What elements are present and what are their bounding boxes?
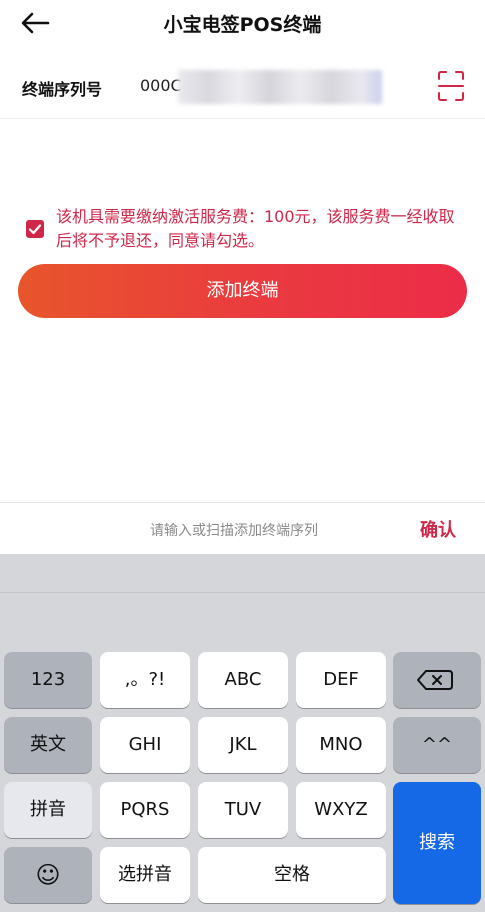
- emoji-key[interactable]: ☺: [4, 847, 92, 903]
- keyboard-divider: [0, 592, 485, 593]
- key-label: DEF: [323, 669, 359, 690]
- key-abc[interactable]: ABC: [198, 652, 288, 708]
- key-pinyin[interactable]: 拼音: [4, 782, 92, 838]
- agreement-row: 该机具需要缴纳激活服务费：100元，该服务费一经收取后将不予退还，同意请勾选。: [22, 205, 467, 255]
- key-ghi[interactable]: GHI: [100, 717, 190, 773]
- serial-number-row: 终端序列号 000C: [0, 60, 485, 119]
- input-bar: 请输入或扫描添加终端序列 确认: [0, 502, 485, 555]
- keyboard: 123 ,。?! ABC DEF 英文 GHI JKL MNO ^^ 拼音 PQ…: [0, 554, 485, 912]
- redacted-serial-mask: [178, 70, 382, 104]
- backspace-icon: [417, 670, 453, 690]
- smiley-icon: ☺: [35, 861, 61, 889]
- key-label: PQRS: [120, 799, 170, 820]
- key-label: 123: [30, 669, 66, 690]
- key-label: MNO: [319, 734, 363, 755]
- key-def[interactable]: DEF: [296, 652, 386, 708]
- agreement-checkbox[interactable]: [26, 220, 44, 238]
- key-label: 搜索: [419, 832, 455, 853]
- key-label: 空格: [274, 864, 310, 885]
- key-label: 拼音: [30, 799, 66, 820]
- key-label: JKL: [229, 734, 257, 755]
- key-label: 选拼音: [118, 864, 172, 885]
- page-title: 小宝电签POS终端: [163, 14, 322, 36]
- key-label: 英文: [30, 734, 66, 755]
- serial-number-value[interactable]: 000C: [140, 76, 182, 95]
- key-english[interactable]: 英文: [4, 717, 92, 773]
- agreement-text: 该机具需要缴纳激活服务费：100元，该服务费一经收取后将不予退还，同意请勾选。: [56, 207, 455, 250]
- key-label: ABC: [224, 669, 262, 690]
- space-key[interactable]: 空格: [198, 847, 386, 903]
- scan-icon[interactable]: [437, 70, 465, 102]
- serial-number-label: 终端序列号: [22, 80, 103, 99]
- confirm-button[interactable]: 确认: [420, 516, 456, 542]
- key-tuv[interactable]: TUV: [198, 782, 288, 838]
- key-mno[interactable]: MNO: [296, 717, 386, 773]
- key-pqrs[interactable]: PQRS: [100, 782, 190, 838]
- key-punctuation[interactable]: ,。?!: [100, 652, 190, 708]
- key-select-pinyin[interactable]: 选拼音: [100, 847, 190, 903]
- key-emoticon[interactable]: ^^: [393, 717, 481, 773]
- serial-input-placeholder[interactable]: 请输入或扫描添加终端序列: [150, 520, 318, 540]
- key-label: ,。?!: [124, 669, 166, 690]
- key-wxyz[interactable]: WXYZ: [296, 782, 386, 838]
- add-terminal-button[interactable]: 添加终端: [18, 264, 467, 318]
- key-label: WXYZ: [314, 799, 368, 820]
- key-jkl[interactable]: JKL: [198, 717, 288, 773]
- key-label: ^^: [421, 734, 453, 755]
- checkmark-icon: [28, 224, 42, 235]
- search-key[interactable]: 搜索: [393, 782, 481, 904]
- key-123[interactable]: 123: [4, 652, 92, 708]
- top-bar: 小宝电签POS终端: [0, 0, 485, 48]
- backspace-key[interactable]: [393, 652, 481, 708]
- key-label: GHI: [128, 734, 162, 755]
- key-label: TUV: [224, 799, 262, 820]
